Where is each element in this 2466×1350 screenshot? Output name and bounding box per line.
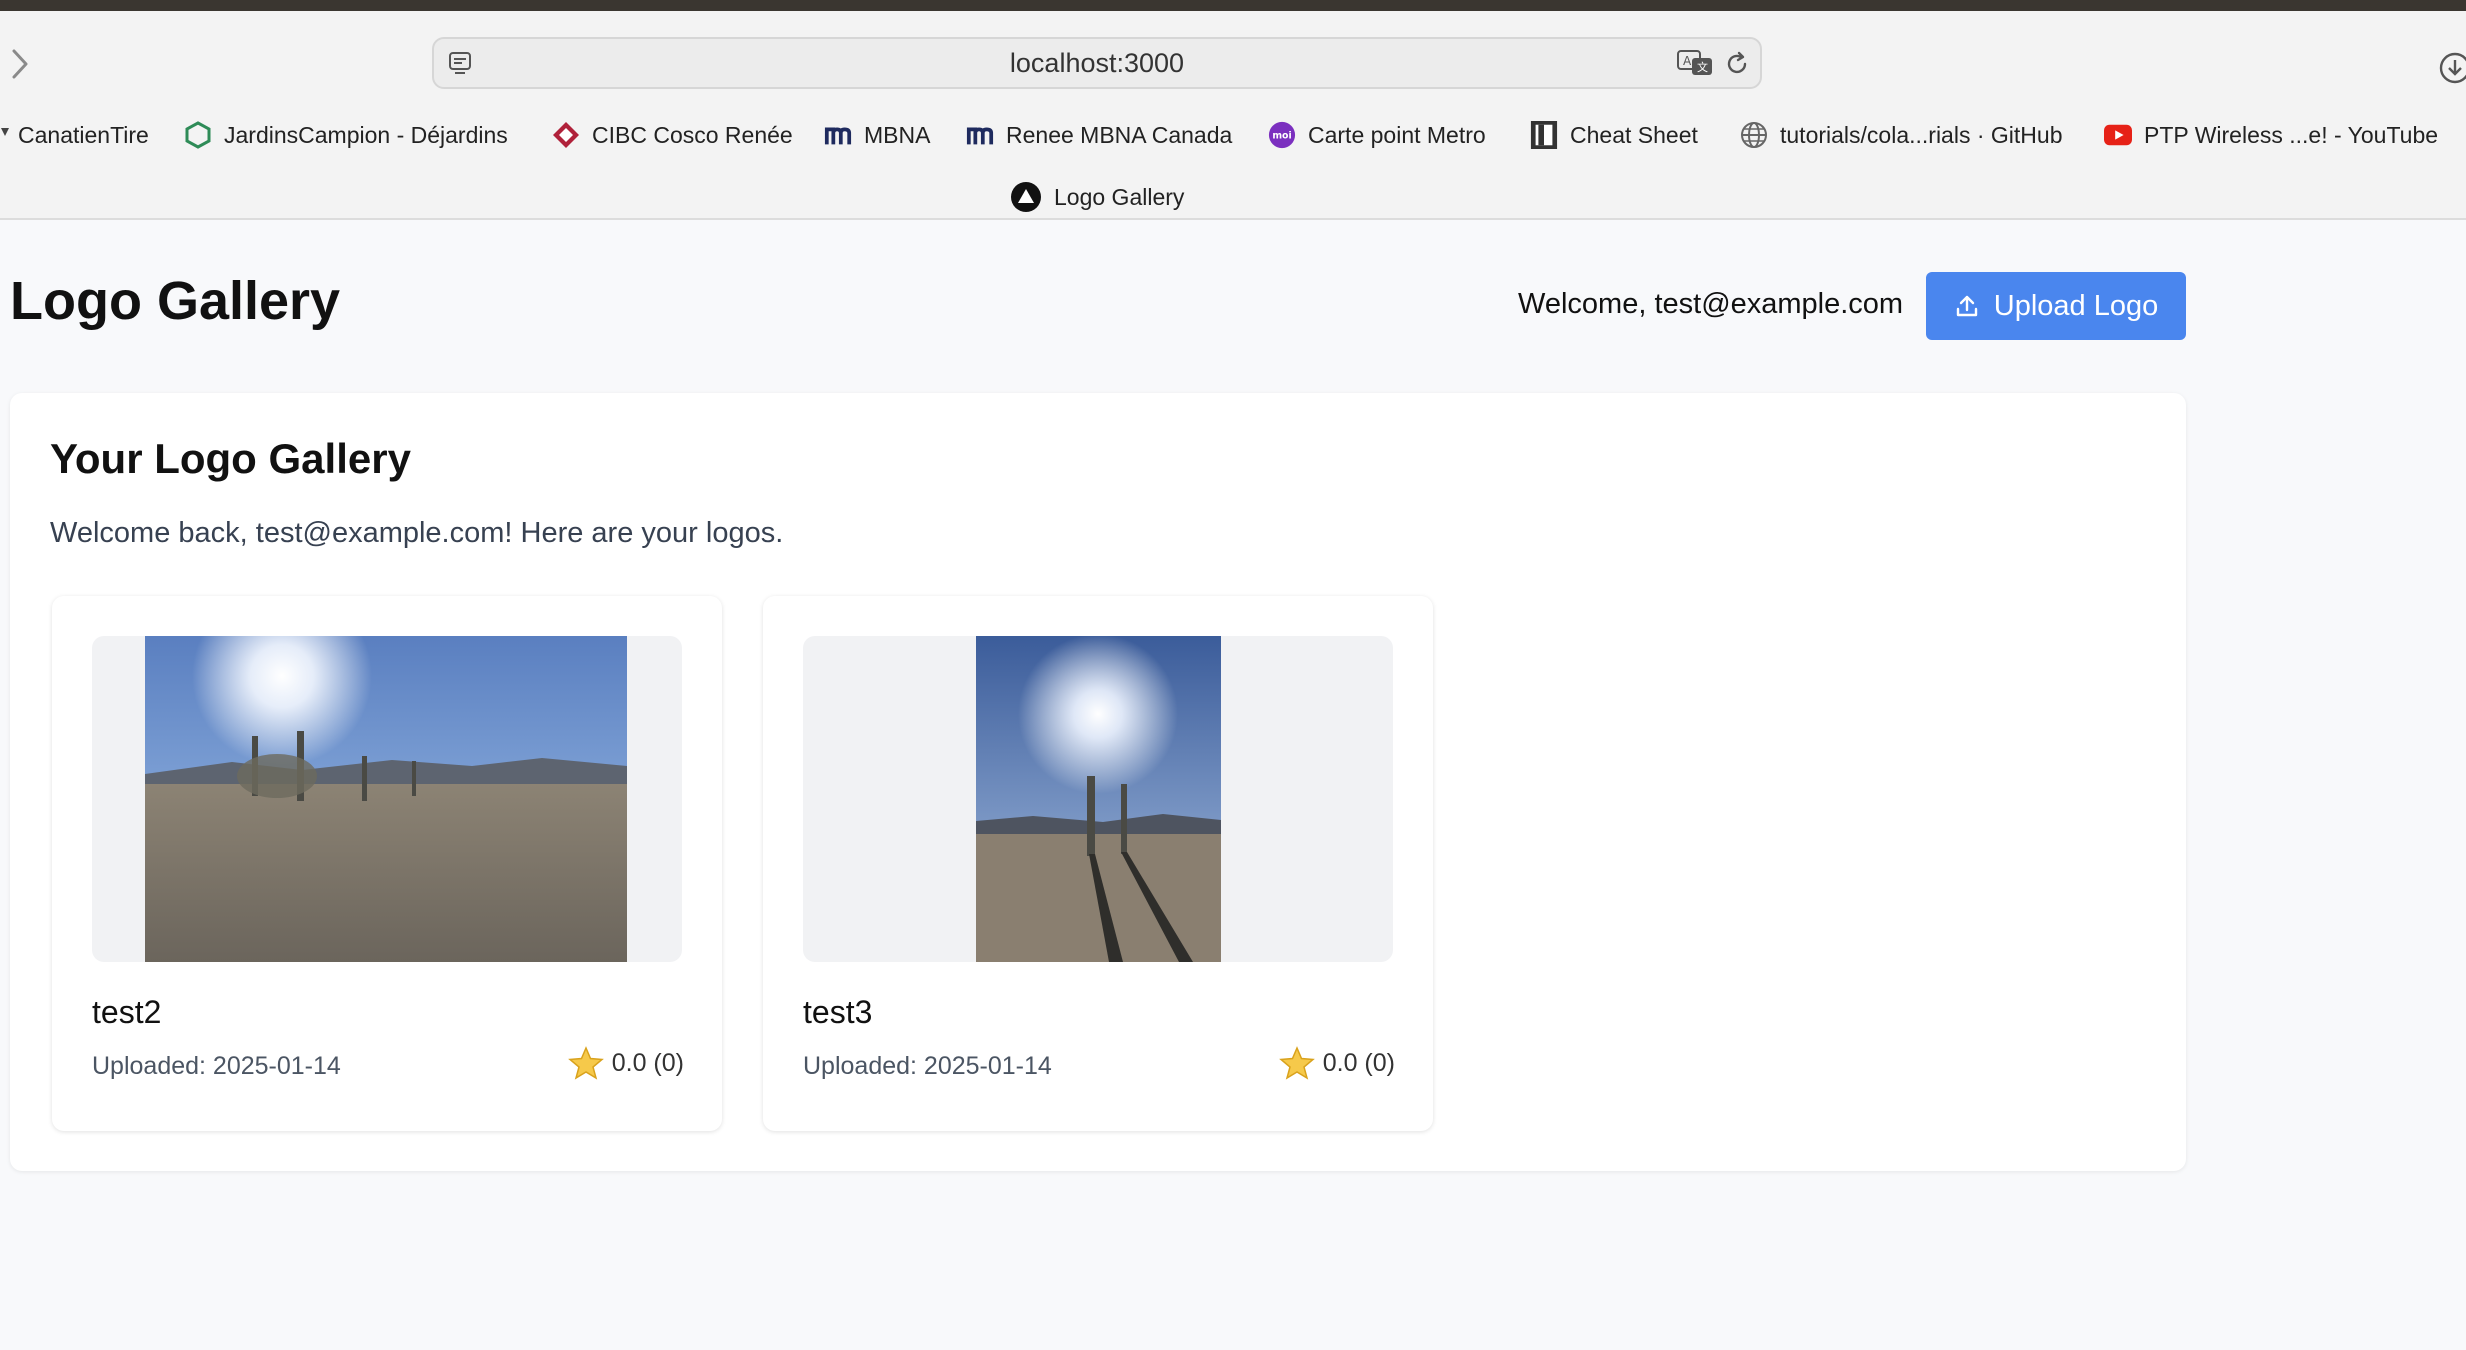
bookmark-label: MBNA [864,121,931,148]
url-text[interactable]: localhost:3000 [434,39,1760,87]
upload-date: Uploaded: 2025-01-14 [92,1052,341,1080]
bookmark-label: Logo Gallery [1054,183,1185,210]
upload-date: Uploaded: 2025-01-14 [803,1052,1052,1080]
globe-icon [1740,121,1768,149]
upload-logo-label: Upload Logo [1993,289,2159,322]
bookmark-renee-mbna[interactable]: Renee MBNA Canada [966,115,1232,155]
youtube-icon [2104,121,2132,149]
translate-icon[interactable]: A文 [1676,49,1714,77]
logo-name: test2 [92,994,162,1030]
reload-icon[interactable] [1724,51,1750,77]
gallery-title: Your Logo Gallery [50,435,411,482]
gallery-panel: Your Logo Gallery Welcome back, test@exa… [10,393,2186,1171]
bookmark-cheat-sheet[interactable]: Cheat Sheet [1530,115,1698,155]
bookmark-youtube[interactable]: PTP Wireless ...e! - YouTube [2104,115,2438,155]
rating[interactable]: 0.0 (0) [1278,1046,1395,1080]
logo-card[interactable]: test3 Uploaded: 2025-01-14 0.0 (0) [763,596,1433,1131]
bookmark-canatientire[interactable]: CanatienTire [0,115,149,155]
bookmark-label: JardinsCampion - Déjardins [224,121,508,148]
moi-logo-icon: moi [1268,121,1296,149]
svg-text:A: A [1683,54,1692,68]
desert-landscape-image [145,636,627,962]
bookmark-github[interactable]: tutorials/cola...rials · GitHub [1740,115,2062,155]
bookmark-label: Cheat Sheet [1570,121,1698,148]
mbna-logo-icon [824,121,852,149]
bookmark-carte-metro[interactable]: moi Carte point Metro [1268,115,1486,155]
rating-value: 0.0 (0) [611,1048,684,1077]
bookmark-label: CanatienTire [18,121,149,148]
star-icon[interactable] [1278,1046,1315,1080]
logo-thumbnail[interactable] [803,636,1393,962]
page-title: Logo Gallery [10,271,341,331]
bracket-logo-icon [1530,121,1558,149]
desktop-top-strip [0,0,2466,11]
rating[interactable]: 0.0 (0) [567,1046,684,1080]
upload-logo-button[interactable]: Upload Logo [1926,272,2186,340]
bookmark-label: PTP Wireless ...e! - YouTube [2144,121,2439,148]
rating-value: 0.0 (0) [1322,1048,1395,1077]
bookmark-logo-gallery[interactable]: Logo Gallery [1010,177,1184,217]
bookmarks-bar: CanatienTire JardinsCampion - Déjardins … [0,115,2466,155]
bookmark-cibc[interactable]: CIBC Cosco Renée [552,115,793,155]
bookmark-jardinscampion[interactable]: JardinsCampion - Déjardins [184,115,508,155]
chevron-right-icon [12,49,28,79]
hexagon-icon [184,121,212,149]
star-icon[interactable] [567,1046,604,1080]
logo-thumbnail[interactable] [92,636,682,962]
forward-button[interactable] [10,47,40,87]
browser-chrome: localhost:3000 A文 CanatienTire JardinsCa… [0,11,2466,220]
bookmark-label: tutorials/cola...rials · GitHub [1780,121,2063,148]
svg-text:moi: moi [1272,131,1291,142]
svg-text:文: 文 [1697,60,1708,74]
download-icon[interactable] [2438,51,2466,85]
upload-icon [1956,295,1977,317]
bookmark-label: Carte point Metro [1308,121,1486,148]
bookmark-mark-icon [0,121,10,149]
cibc-logo-icon [552,121,580,149]
gallery-subtitle: Welcome back, test@example.com! Here are… [50,517,784,549]
welcome-text: Welcome, test@example.com [1518,288,1904,320]
bookmark-label: CIBC Cosco Renée [592,121,793,148]
mbna-logo-icon [966,121,994,149]
bookmark-label: Renee MBNA Canada [1006,121,1233,148]
triangle-logo-icon [1010,181,1042,213]
logo-name: test3 [803,994,873,1030]
address-bar[interactable]: localhost:3000 A文 [432,37,1762,89]
logo-card[interactable]: test2 Uploaded: 2025-01-14 0.0 (0) [52,596,722,1131]
bookmark-mbna[interactable]: MBNA [824,115,930,155]
desert-portrait-image [976,636,1221,962]
